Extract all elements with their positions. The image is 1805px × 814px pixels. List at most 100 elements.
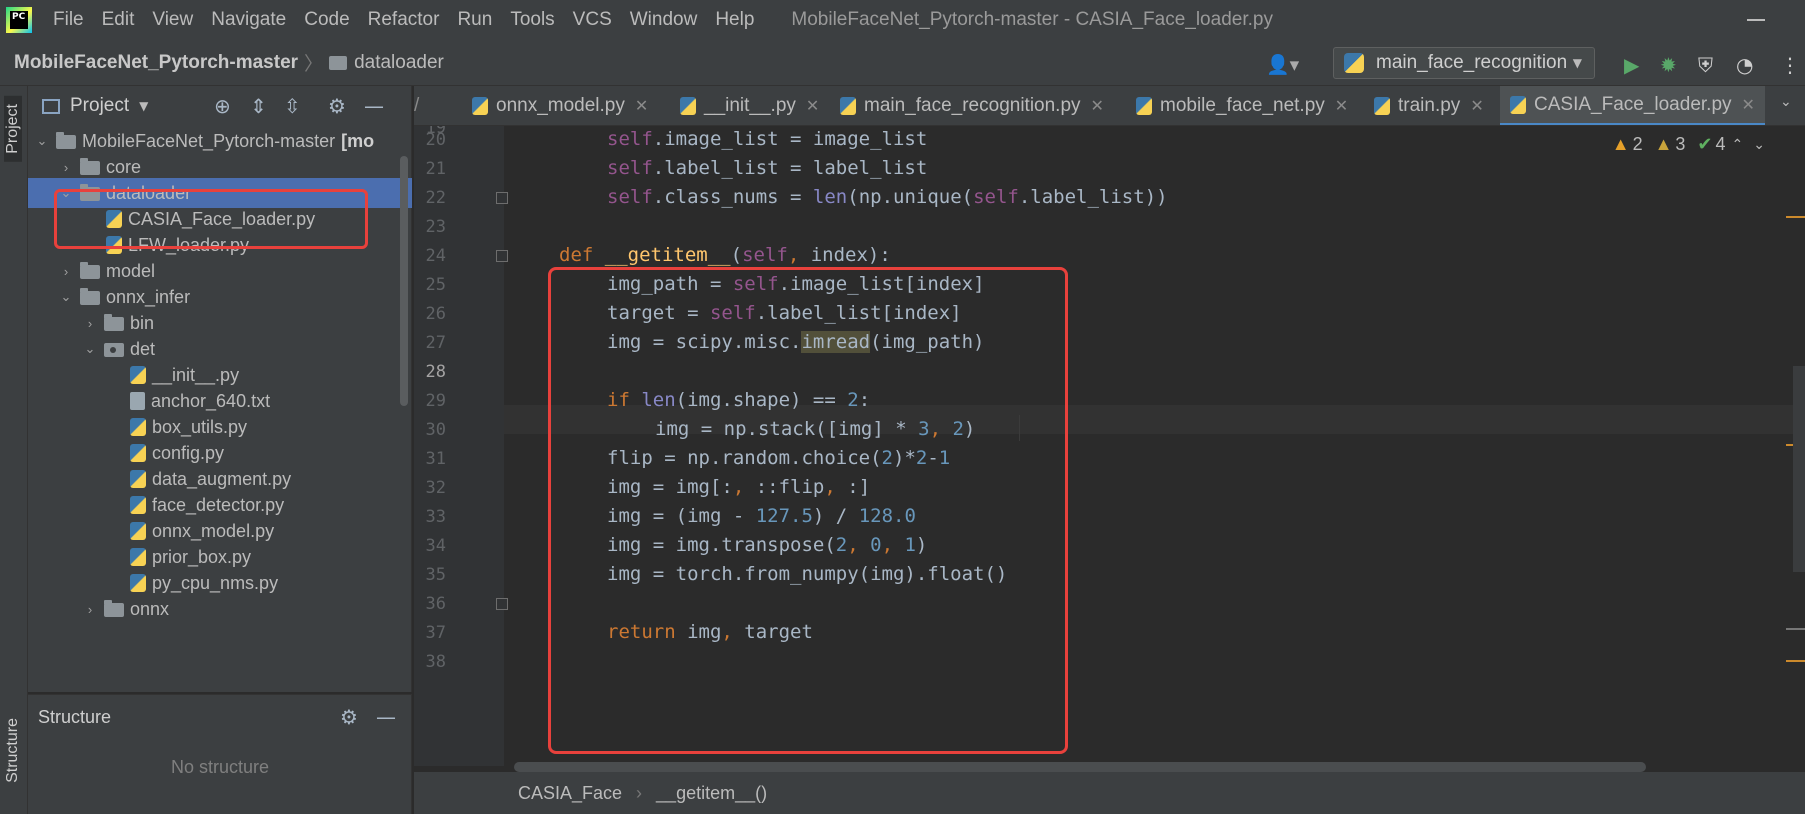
project-panel: Project ▼ ⊕ ⇕ ⇳ ⚙ — ⌄ MobileFaceNet_Pyto…: [28, 86, 412, 692]
line-number: 35: [425, 565, 446, 585]
python-file-icon: [1510, 95, 1526, 114]
tree-item-onnx[interactable]: › onnx: [28, 594, 412, 624]
chevron-down-icon[interactable]: ▼: [139, 99, 148, 113]
gear-icon[interactable]: ⚙: [328, 94, 346, 118]
line-number: 22: [425, 188, 446, 208]
run-configuration-select[interactable]: main_face_recognition ▼: [1333, 47, 1595, 79]
menu-navigate[interactable]: Navigate: [202, 9, 295, 31]
more-icon[interactable]: ⋮: [1780, 53, 1800, 77]
tree-item-label: onnx_infer: [106, 286, 191, 307]
user-account-icon[interactable]: 👤▾: [1266, 53, 1299, 76]
menu-refactor[interactable]: Refactor: [359, 9, 449, 31]
menu-run[interactable]: Run: [448, 9, 501, 31]
chevron-right-icon[interactable]: ›: [82, 602, 98, 617]
run-icon[interactable]: ▶: [1624, 53, 1639, 77]
line-number: 37: [425, 623, 446, 643]
chevron-down-icon[interactable]: ⌄: [1780, 94, 1792, 110]
chevron-down-icon[interactable]: ⌄: [34, 133, 50, 149]
error-stripe-marker[interactable]: [1786, 660, 1805, 662]
line-number: 38: [425, 652, 446, 672]
menu-window[interactable]: Window: [621, 9, 707, 31]
python-file-icon: [1374, 97, 1390, 115]
folder-icon: [80, 262, 100, 279]
close-icon[interactable]: ✕: [1742, 95, 1755, 115]
close-icon[interactable]: ✕: [635, 96, 648, 116]
folder-icon: [329, 55, 348, 70]
chevron-right-icon[interactable]: ›: [58, 160, 74, 175]
editor-horizontal-scrollbar[interactable]: [514, 762, 1646, 772]
tab-casia-face-loader[interactable]: CASIA_Face_loader.py ✕: [1500, 86, 1765, 125]
python-file-icon: [130, 574, 146, 592]
text-file-icon: [130, 392, 145, 410]
locate-file-icon[interactable]: ⊕: [214, 94, 231, 118]
menu-vcs[interactable]: VCS: [564, 9, 621, 31]
menu-view[interactable]: View: [143, 9, 202, 31]
folder-icon: [56, 132, 76, 149]
tab-main-face-recognition[interactable]: main_face_recognition.py ✕: [840, 86, 1104, 125]
tab-scroll-left-icon[interactable]: /: [414, 86, 440, 125]
close-icon[interactable]: ✕: [1470, 96, 1483, 116]
error-stripe-marker[interactable]: [1786, 216, 1805, 218]
run-with-coverage-icon[interactable]: ⛨: [1698, 53, 1713, 77]
minimize-window-button[interactable]: [1747, 19, 1765, 21]
close-icon[interactable]: ✕: [1091, 96, 1104, 116]
tab-train[interactable]: train.py ✕: [1374, 86, 1484, 125]
tree-vertical-scrollbar[interactable]: [400, 156, 408, 406]
breadcrumb-separator-icon: ›: [636, 782, 643, 803]
tab-mobile-face-net[interactable]: mobile_face_net.py ✕: [1136, 86, 1348, 125]
breadcrumb-project[interactable]: MobileFaceNet_Pytorch-master: [14, 52, 298, 74]
menu-edit[interactable]: Edit: [93, 9, 144, 31]
menu-file[interactable]: File: [44, 9, 93, 31]
project-tool-button[interactable]: Project: [4, 96, 22, 162]
fold-marker-icon[interactable]: [496, 598, 508, 610]
line-number: 36: [425, 594, 446, 614]
debug-icon[interactable]: ✹: [1660, 53, 1677, 77]
python-file-icon: [130, 470, 146, 488]
close-icon[interactable]: ✕: [1335, 96, 1348, 116]
collapse-all-icon[interactable]: ⇳: [284, 94, 301, 118]
tab-label: mobile_face_net.py: [1160, 95, 1325, 116]
tab-label: __init__.py: [704, 95, 796, 116]
menu-help[interactable]: Help: [706, 9, 763, 31]
fold-marker-icon[interactable]: [496, 192, 508, 204]
editor-vertical-scrollbar[interactable]: [1793, 366, 1805, 572]
chevron-right-icon[interactable]: ›: [82, 316, 98, 331]
expand-all-icon[interactable]: ⇕: [250, 94, 267, 118]
profile-icon[interactable]: ◔: [1736, 53, 1753, 77]
navigation-bar: MobileFaceNet_Pytorch-master 〉 dataloade…: [0, 40, 1805, 86]
breadcrumb-folder[interactable]: dataloader: [354, 52, 444, 74]
breadcrumb-class[interactable]: CASIA_Face: [518, 783, 622, 804]
tree-item-suffix: [mo: [341, 130, 375, 151]
error-stripe-marker[interactable]: [1786, 628, 1805, 630]
breadcrumb-method[interactable]: __getitem__(): [656, 783, 767, 804]
tab-onnx-model[interactable]: onnx_model.py ✕: [472, 86, 648, 125]
chevron-down-icon[interactable]: ⌄: [82, 341, 98, 357]
python-file-icon: [130, 366, 146, 384]
structure-tool-button[interactable]: Structure: [4, 718, 22, 783]
line-number: 24: [425, 246, 446, 266]
tab-label: onnx_model.py: [496, 95, 625, 116]
chevron-down-icon[interactable]: ⌄: [1753, 136, 1765, 153]
chevron-up-icon[interactable]: ⌃: [1732, 136, 1744, 153]
tree-item-label: onnx: [130, 598, 170, 619]
gear-icon[interactable]: ⚙: [340, 705, 358, 729]
tab-init[interactable]: __init__.py ✕: [680, 86, 819, 125]
project-panel-header: Project ▼ ⊕ ⇕ ⇳ ⚙ —: [28, 86, 411, 126]
folder-icon: [104, 314, 124, 331]
editor-tab-bar: / onnx_model.py ✕ __init__.py ✕ main_fac…: [414, 86, 1805, 126]
inspection-widget[interactable]: ▲ 2 ▲ 3 ✔ 4 ⌃ ⌄: [1612, 134, 1765, 155]
fold-marker-icon[interactable]: [496, 250, 508, 262]
hide-panel-icon[interactable]: —: [364, 94, 384, 118]
hide-panel-icon[interactable]: —: [376, 705, 396, 729]
menu-code[interactable]: Code: [295, 9, 358, 31]
line-number: 20: [425, 130, 446, 150]
left-tool-stripe: Project Structure: [0, 86, 28, 814]
menu-tools[interactable]: Tools: [501, 9, 563, 31]
close-icon[interactable]: ✕: [806, 96, 819, 116]
project-view-select[interactable]: Project: [70, 95, 129, 117]
chevron-right-icon[interactable]: ›: [58, 264, 74, 279]
typo-count: 4: [1715, 134, 1726, 154]
line-number: 21: [425, 159, 446, 179]
python-file-icon: [1136, 97, 1152, 115]
chevron-down-icon[interactable]: ⌄: [58, 289, 74, 305]
